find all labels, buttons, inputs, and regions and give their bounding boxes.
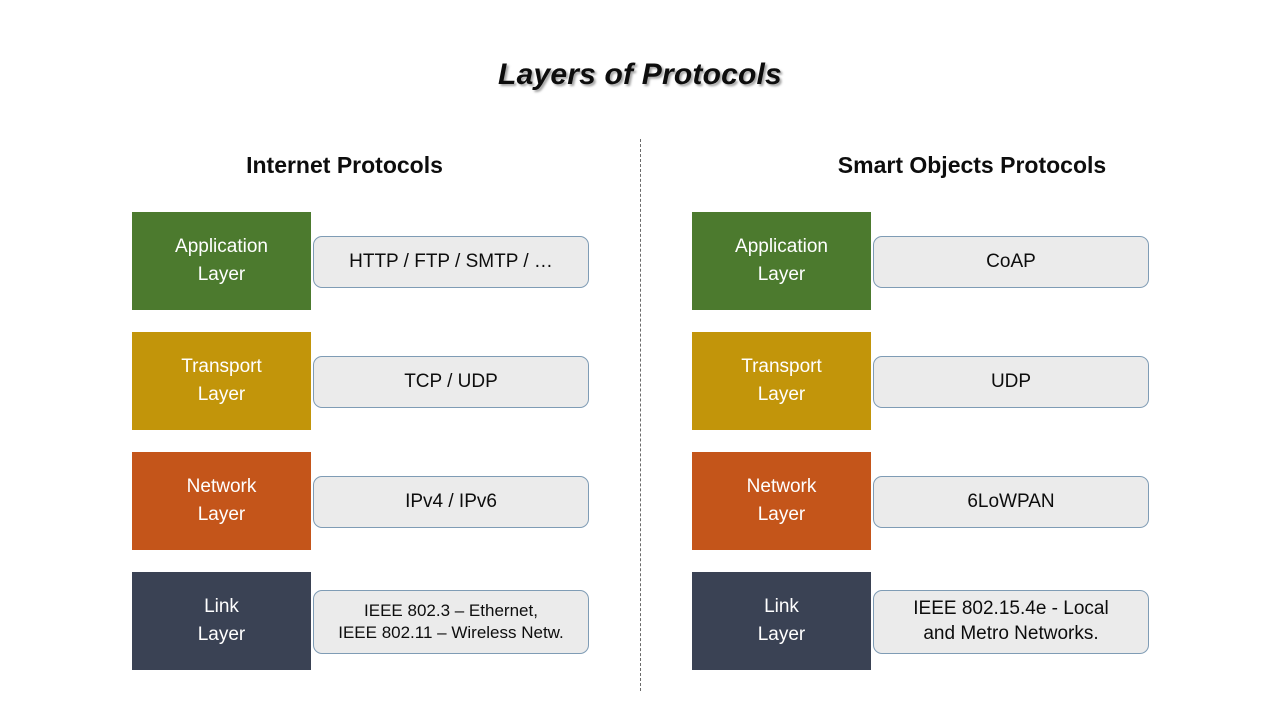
protocol-label-line2: and Metro Networks. [923, 623, 1099, 644]
layer-label-line1: Link [764, 596, 799, 618]
protocol-box-link[interactable]: IEEE 802.15.4e - Local and Metro Network… [873, 590, 1149, 654]
layer-label-line1: Application [175, 236, 268, 258]
layer-box-network[interactable]: Network Layer [132, 452, 311, 550]
protocol-label: IPv4 / IPv6 [405, 490, 497, 512]
layer-label-line1: Transport [741, 356, 822, 378]
page-title: Layers of Protocols [498, 58, 782, 91]
layer-box-link[interactable]: Link Layer [132, 572, 311, 670]
protocol-box-transport[interactable]: TCP / UDP [313, 356, 589, 408]
protocol-label: IEEE 802.3 – Ethernet, [364, 600, 538, 620]
layer-label-line1: Application [735, 236, 828, 258]
layer-box-link[interactable]: Link Layer [692, 572, 871, 670]
layer-label-line2: Layer [197, 504, 246, 525]
protocol-box-network[interactable]: 6LoWPAN [873, 476, 1149, 528]
layer-box-transport[interactable]: Transport Layer [132, 332, 311, 430]
column-heading-smart-objects: Smart Objects Protocols [837, 152, 1107, 178]
layer-label-line2: Layer [197, 264, 246, 285]
slide-canvas: Layers of Protocols Internet Protocols S… [0, 0, 1280, 720]
layer-label-line2: Layer [757, 264, 806, 285]
column-divider [640, 139, 641, 691]
protocol-label: TCP / UDP [404, 370, 498, 392]
protocol-box-network[interactable]: IPv4 / IPv6 [313, 476, 589, 528]
layer-label-line2: Layer [757, 504, 806, 525]
layer-label-line2: Layer [197, 384, 246, 405]
protocol-label: 6LoWPAN [967, 490, 1055, 512]
layer-box-application[interactable]: Application Layer [692, 212, 871, 310]
layer-label-line2: Layer [197, 624, 246, 645]
layer-box-network[interactable]: Network Layer [692, 452, 871, 550]
column-heading-internet: Internet Protocols [246, 152, 443, 178]
layer-label-line2: Layer [757, 624, 806, 645]
protocol-box-transport[interactable]: UDP [873, 356, 1149, 408]
layer-label-line1: Network [186, 476, 257, 498]
layer-label-line2: Layer [757, 384, 806, 405]
protocol-box-application[interactable]: HTTP / FTP / SMTP / … [313, 236, 589, 288]
protocol-box-application[interactable]: CoAP [873, 236, 1149, 288]
layer-label-line1: Link [204, 596, 239, 618]
layer-box-transport[interactable]: Transport Layer [692, 332, 871, 430]
layer-label-line1: Transport [181, 356, 262, 378]
protocol-label: HTTP / FTP / SMTP / … [349, 250, 553, 272]
layer-label-line1: Network [746, 476, 817, 498]
layer-box-application[interactable]: Application Layer [132, 212, 311, 310]
protocol-label: CoAP [986, 250, 1036, 272]
protocol-label: UDP [990, 370, 1032, 392]
protocol-label: IEEE 802.15.4e - Local [913, 598, 1109, 620]
protocol-label-line2: IEEE 802.11 – Wireless Netw. [338, 623, 564, 642]
protocol-box-link[interactable]: IEEE 802.3 – Ethernet, IEEE 802.11 – Wir… [313, 590, 589, 654]
